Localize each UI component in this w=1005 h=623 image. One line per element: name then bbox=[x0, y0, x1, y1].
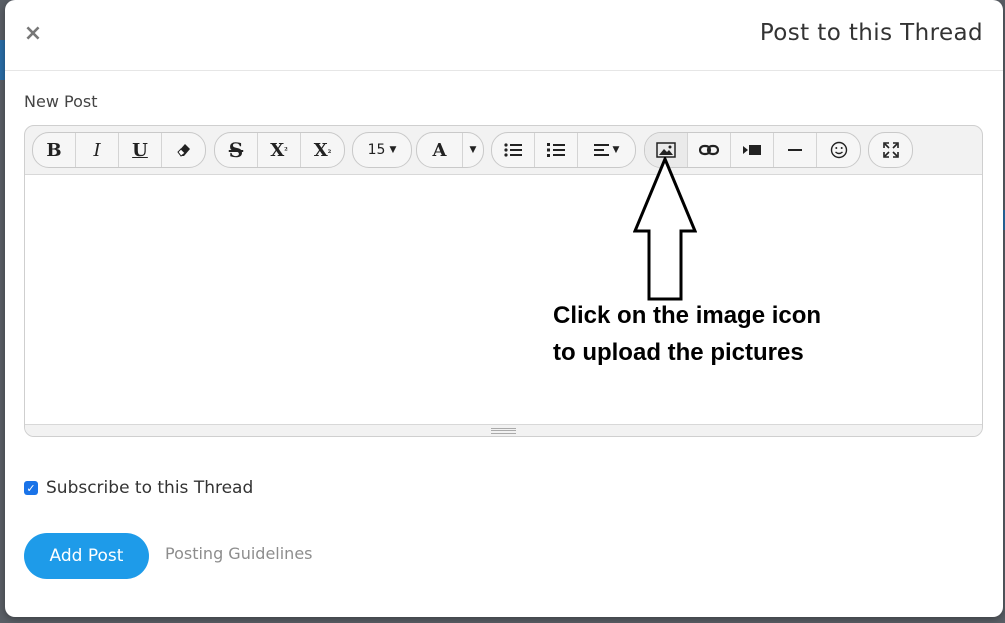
annotation-line: to upload the pictures bbox=[553, 339, 804, 366]
grip-icon bbox=[491, 428, 516, 434]
video-icon[interactable] bbox=[731, 133, 774, 167]
post-dialog: × Post to this Thread New Post B I U S X… bbox=[5, 0, 1003, 617]
annotation-arrow-icon bbox=[633, 157, 697, 301]
font-size-dropdown[interactable]: 15 ▼ bbox=[353, 133, 411, 167]
italic-button[interactable]: I bbox=[76, 133, 119, 167]
subscript-mark: ₂ bbox=[327, 145, 332, 155]
view-group bbox=[868, 132, 913, 168]
close-icon[interactable]: × bbox=[23, 22, 43, 46]
chevron-down-icon: ▼ bbox=[612, 145, 620, 155]
rich-text-editor: B I U S X² X₂ 15 ▼ A ▼ ▼ bbox=[24, 125, 983, 437]
superscript-mark: ² bbox=[284, 145, 288, 155]
subscript-label: X bbox=[313, 139, 328, 161]
editor-toolbar: B I U S X² X₂ 15 ▼ A ▼ ▼ bbox=[25, 126, 982, 174]
script-group: S X² X₂ bbox=[214, 132, 345, 168]
font-color-dropdown[interactable]: ▼ bbox=[463, 133, 483, 167]
new-post-label: New Post bbox=[24, 92, 98, 111]
superscript-label: X bbox=[270, 139, 285, 161]
font-size-group: 15 ▼ bbox=[352, 132, 412, 168]
editor-content-area[interactable] bbox=[25, 174, 982, 425]
dialog-header: × Post to this Thread bbox=[5, 0, 1003, 71]
font-color-button[interactable]: A bbox=[417, 133, 463, 167]
bulleted-list-icon[interactable] bbox=[492, 133, 535, 167]
eraser-icon[interactable] bbox=[162, 133, 205, 167]
annotation-line: Click on the image icon bbox=[553, 302, 822, 329]
editor-resize-handle[interactable] bbox=[25, 424, 982, 436]
add-post-button[interactable]: Add Post bbox=[24, 533, 149, 579]
subscribe-checkbox[interactable]: ✓ bbox=[24, 481, 38, 495]
font-size-value: 15 bbox=[367, 142, 386, 158]
align-icon bbox=[593, 144, 609, 156]
dialog-title: Post to this Thread bbox=[759, 20, 983, 46]
font-color-group: A ▼ bbox=[416, 132, 484, 168]
align-dropdown[interactable]: ▼ bbox=[578, 133, 635, 167]
subscript-button[interactable]: X₂ bbox=[301, 133, 344, 167]
chevron-down-icon: ▼ bbox=[469, 145, 477, 155]
list-group: ▼ bbox=[491, 132, 636, 168]
posting-guidelines-link[interactable]: Posting Guidelines bbox=[165, 544, 313, 563]
horizontal-rule-icon[interactable] bbox=[774, 133, 817, 167]
strikethrough-button[interactable]: S bbox=[215, 133, 258, 167]
emoji-icon[interactable] bbox=[817, 133, 860, 167]
format-group: B I U bbox=[32, 132, 206, 168]
numbered-list-icon[interactable] bbox=[535, 133, 578, 167]
chevron-down-icon: ▼ bbox=[389, 145, 397, 155]
fullscreen-icon[interactable] bbox=[869, 133, 912, 167]
superscript-button[interactable]: X² bbox=[258, 133, 301, 167]
annotation-text: Click on the image icon to upload the pi… bbox=[553, 297, 821, 371]
underline-button[interactable]: U bbox=[119, 133, 162, 167]
bold-button[interactable]: B bbox=[33, 133, 76, 167]
subscribe-label: Subscribe to this Thread bbox=[46, 478, 254, 498]
subscribe-option: ✓ Subscribe to this Thread bbox=[24, 478, 253, 498]
